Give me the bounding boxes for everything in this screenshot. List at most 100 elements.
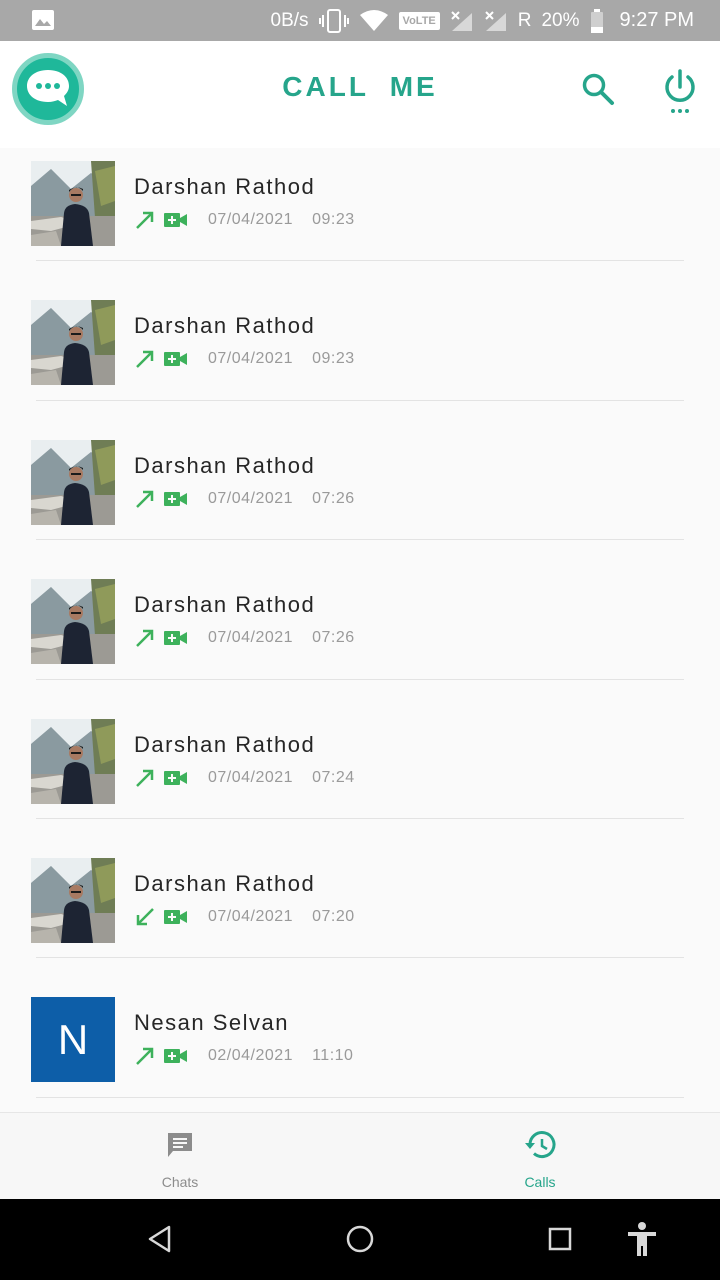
contact-name: Darshan Rathod (134, 174, 316, 199)
home-button[interactable] (340, 1219, 380, 1259)
battery-percent: 20% (541, 9, 580, 31)
call-date: 07/04/2021 (208, 211, 294, 228)
call-list-item[interactable]: Darshan Rathod 07/04/2021 07:26 (0, 427, 720, 566)
video-call-icon (164, 213, 187, 227)
power-icon (665, 69, 695, 113)
contact-name: Darshan Rathod (134, 592, 316, 618)
video-call-icon (164, 352, 187, 367)
app-bar: CALL ME (0, 41, 720, 148)
call-meta: 07/04/2021 07:24 (134, 766, 355, 790)
call-date: 07/04/2021 (208, 907, 294, 925)
chat-icon (164, 1129, 196, 1161)
wifi-icon (359, 0, 389, 41)
signal-icon-2 (484, 0, 508, 41)
accessibility-button[interactable] (622, 1219, 662, 1259)
avatar[interactable] (31, 300, 115, 386)
outgoing-call-icon (136, 490, 154, 508)
title-word-1: CALL (282, 71, 369, 102)
divider (36, 817, 684, 819)
outgoing-call-icon (136, 1048, 154, 1066)
vibrate-icon (318, 0, 349, 41)
title-word-2: ME (389, 71, 438, 102)
video-call-icon (164, 491, 187, 506)
home-icon (346, 1225, 374, 1253)
video-call-icon (164, 770, 187, 785)
accessibility-icon (628, 1222, 656, 1256)
avatar[interactable] (31, 579, 115, 665)
contact-name: Darshan Rathod (134, 870, 316, 896)
system-nav-bar (0, 1199, 720, 1280)
tab-calls[interactable]: Calls (360, 1113, 720, 1200)
divider (36, 260, 684, 262)
call-date: 07/04/2021 (208, 489, 294, 507)
avatar[interactable]: N (31, 997, 115, 1083)
tab-chats[interactable]: Chats (0, 1113, 360, 1200)
incoming-call-icon (136, 908, 154, 926)
volte-badge: VoLTE (398, 11, 440, 30)
divider (36, 539, 684, 541)
call-time: 09:23 (312, 211, 355, 228)
divider (36, 678, 684, 680)
recents-button[interactable] (540, 1219, 580, 1259)
tab-calls-label: Calls (524, 1174, 556, 1190)
video-call-icon (164, 631, 187, 646)
avatar[interactable] (31, 439, 115, 525)
call-time: 09:23 (312, 350, 355, 368)
call-time: 11:10 (312, 1047, 354, 1065)
divider (36, 957, 684, 959)
gallery-icon (32, 10, 54, 30)
call-date: 07/04/2021 (208, 629, 294, 647)
history-icon (524, 1129, 556, 1161)
back-icon (148, 1225, 171, 1253)
status-right: 0B/s VoLTE R 20% 9:27 PM (271, 0, 694, 41)
call-meta: 07/04/2021 07:20 (134, 905, 355, 929)
avatar[interactable] (31, 161, 115, 246)
status-bar: 0B/s VoLTE R 20% 9:27 PM (0, 0, 720, 41)
outgoing-call-icon (136, 211, 154, 229)
divider (36, 399, 684, 401)
video-call-icon (164, 1049, 187, 1064)
contact-name: Darshan Rathod (134, 452, 316, 478)
back-button[interactable] (140, 1219, 180, 1259)
contact-name: Darshan Rathod (134, 731, 316, 757)
clock: 9:27 PM (619, 9, 694, 31)
avatar[interactable] (31, 857, 115, 943)
call-meta: 07/04/2021 09:23 (134, 347, 355, 371)
call-meta: 07/04/2021 09:23 (134, 208, 355, 232)
call-meta: 07/04/2021 07:26 (134, 487, 355, 511)
contact-name: Darshan Rathod (134, 313, 316, 339)
call-time: 07:26 (312, 489, 355, 507)
call-list-item[interactable]: N Nesan Selvan 02/04/2021 11:10 (0, 984, 720, 1112)
call-list-item[interactable]: Darshan Rathod 07/04/2021 09:23 (0, 287, 720, 426)
contact-name: Nesan Selvan (134, 1010, 289, 1036)
call-list: Darshan Rathod 07/04/2021 09:23 Darshan … (0, 148, 720, 1112)
tab-chats-label: Chats (161, 1174, 199, 1190)
search-button[interactable] (578, 69, 618, 109)
divider (36, 1096, 684, 1098)
call-date: 07/04/2021 (208, 350, 294, 368)
screen: 0B/s VoLTE R 20% 9:27 PM CALL ME Darshan… (0, 0, 720, 1280)
call-list-item[interactable]: Darshan Rathod 07/04/2021 07:20 (0, 845, 720, 984)
call-list-item[interactable]: Darshan Rathod 07/04/2021 09:23 (0, 148, 720, 287)
avatar[interactable] (31, 718, 115, 804)
roaming-indicator: R (517, 9, 532, 31)
call-meta: 07/04/2021 07:26 (134, 626, 355, 650)
outgoing-call-icon (136, 769, 154, 787)
call-time: 07:20 (312, 907, 355, 925)
battery-icon (590, 0, 604, 41)
video-call-icon (164, 909, 187, 924)
call-date: 07/04/2021 (208, 768, 294, 786)
call-date: 02/04/2021 (208, 1047, 294, 1065)
bottom-nav: Chats Calls (0, 1112, 720, 1199)
net-speed: 0B/s (270, 9, 309, 31)
outgoing-call-icon (136, 351, 154, 369)
recents-icon (548, 1227, 572, 1251)
call-list-item[interactable]: Darshan Rathod 07/04/2021 07:26 (0, 566, 720, 705)
call-time: 07:26 (312, 629, 355, 647)
call-meta: 02/04/2021 11:10 (134, 1044, 353, 1068)
search-icon (582, 73, 614, 105)
outgoing-call-icon (136, 629, 154, 648)
signal-icon-1 (450, 0, 474, 41)
call-list-item[interactable]: Darshan Rathod 07/04/2021 07:24 (0, 706, 720, 845)
power-button[interactable] (658, 67, 702, 117)
